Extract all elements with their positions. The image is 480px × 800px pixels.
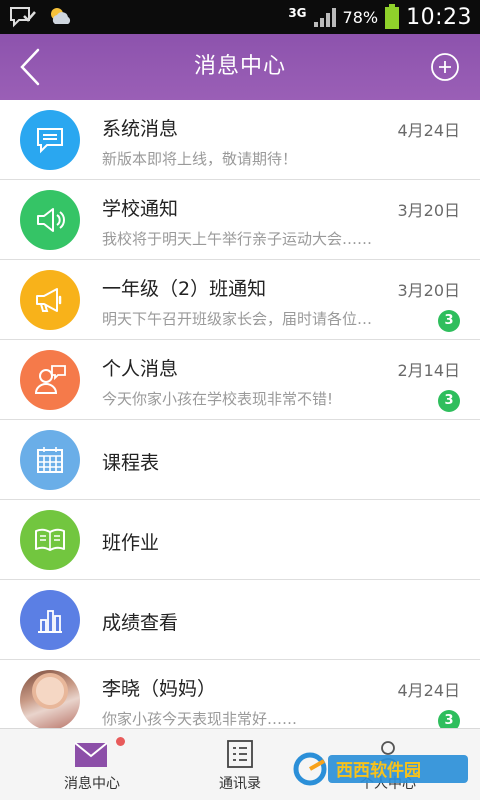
notification-dot [116,737,125,746]
page-title: 消息中心 [193,54,286,79]
calendar-icon [37,447,63,473]
system-message-icon-circle [20,110,80,170]
item-date: 3月20日 [397,281,460,300]
unread-badge: 3 [438,710,460,728]
message-list: 系统消息 4月24日 新版本即将上线，敬请期待！ 学校通知 3月20日 我校将于… [0,100,480,728]
message-check-icon [10,7,36,28]
item-title: 班作业 [102,532,160,554]
unread-badge: 3 [438,310,460,332]
item-title: 个人消息 [102,358,179,380]
item-title: 课程表 [102,452,160,474]
item-date: 4月24日 [397,121,460,140]
list-item-timetable[interactable]: 课程表 [0,420,480,500]
list-item-homework[interactable]: 班作业 [0,500,480,580]
list-item-personal-message[interactable]: 个人消息 2月14日 今天你家小孩在学校表现非常不错! 3 [0,340,480,420]
personal-message-icon-circle [20,350,80,410]
item-date: 4月24日 [397,681,460,700]
list-item-contact-message[interactable]: 李晓（妈妈） 4月24日 你家小孩今天表现非常好…… 3 [0,660,480,728]
item-preview: 今天你家小孩在学校表现非常不错! [102,390,334,408]
item-preview: 新版本即将上线，敬请期待！ [102,150,298,168]
watermark-logo: 西西软件园 [293,752,468,786]
user-photo [20,670,80,728]
battery-icon [385,4,400,29]
status-bar: 3G 78% 10:23 [0,0,480,34]
tab-label: 消息中心 [64,776,120,792]
list-item-system-message[interactable]: 系统消息 4月24日 新版本即将上线，敬请期待！ [0,100,480,180]
school-notice-icon-circle [20,190,80,250]
status-notifications [8,4,76,28]
chat-bubble-icon [37,128,63,154]
clock: 10:23 [406,4,472,30]
list-item-class-notice[interactable]: 一年级（2）班通知 3月20日 明天下午召开班级家长会，届时请各位… 3 [0,260,480,340]
homework-icon-circle [20,510,80,570]
item-date: 3月20日 [397,201,460,220]
tab-message-center[interactable]: 消息中心 [12,729,172,800]
status-indicators: 3G 78% 10:23 [288,0,472,34]
timetable-icon-circle [20,430,80,490]
bottom-tab-bar: 消息中心 通讯录 个人中心 西西软件园 [0,728,480,800]
item-preview: 我校将于明天上午举行亲子运动大会…… [102,230,373,248]
person-message-icon [34,365,66,394]
envelope-icon [74,742,108,767]
list-item-grades[interactable]: 成绩查看 [0,580,480,660]
signal-icon [313,8,336,27]
item-title: 成绩查看 [102,612,179,634]
item-preview: 你家小孩今天表现非常好…… [102,710,298,728]
item-title: 系统消息 [102,118,179,140]
unread-badge: 3 [438,390,460,412]
app-header: 消息中心 [0,34,480,100]
item-preview: 明天下午召开班级家长会，届时请各位… [102,310,373,328]
item-title: 李晓（妈妈） [102,678,217,700]
item-title: 一年级（2）班通知 [102,278,267,300]
bar-chart-icon [38,610,62,633]
weather-cloud-icon [51,8,71,24]
book-icon [35,528,65,551]
svg-text:西西软件园: 西西软件园 [336,760,421,781]
item-date: 2月14日 [397,361,460,380]
add-button[interactable] [430,52,460,82]
megaphone-icon [36,288,62,312]
list-item-school-notice[interactable]: 学校通知 3月20日 我校将于明天上午举行亲子运动大会…… [0,180,480,260]
contacts-list-icon [227,740,253,768]
item-title: 学校通知 [102,198,179,220]
grades-icon-circle [20,590,80,650]
network-type: 3G [288,6,307,20]
plus-circle-icon [431,53,459,81]
class-notice-icon-circle [20,270,80,330]
battery-percent: 78% [342,7,379,27]
speaker-icon [37,208,65,232]
